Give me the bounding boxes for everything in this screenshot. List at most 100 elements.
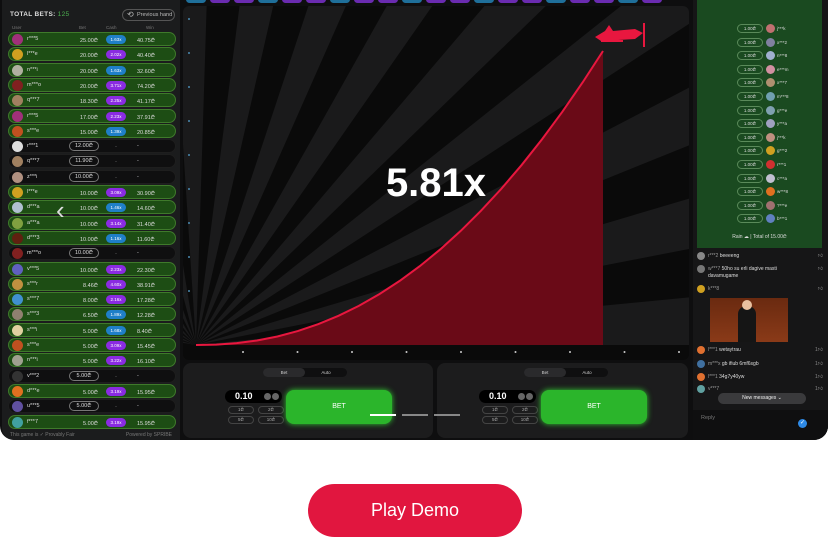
rain-amount: 1.00₾ (737, 146, 763, 156)
y-axis-tick (188, 222, 190, 224)
carousel-indicator[interactable] (434, 414, 460, 416)
history-multiplier-pill[interactable] (474, 0, 494, 3)
tab-bet[interactable]: Bet (524, 368, 566, 377)
bet-amount: 5.00₾ (83, 359, 98, 366)
avatar (12, 79, 23, 91)
bet-amount: 5.00₾ (69, 370, 99, 381)
quick-amount-button[interactable]: 5₾ (228, 416, 254, 424)
tab-auto[interactable]: Auto (305, 370, 347, 375)
cashout-multiplier: 2.23x (106, 264, 126, 274)
bet-amount-input[interactable]: 0.10 (225, 390, 282, 403)
history-multiplier-pill[interactable] (594, 0, 614, 3)
avatar (766, 200, 775, 210)
send-icon[interactable]: ✓ (798, 419, 807, 428)
cashout-multiplier: 3.71x (106, 80, 126, 90)
history-multiplier-pill[interactable] (282, 0, 302, 3)
bet-amount: 10.00₾ (79, 267, 98, 274)
carousel-indicator[interactable] (402, 414, 428, 416)
history-multiplier-pill[interactable] (378, 0, 398, 3)
airplane-part (601, 40, 623, 42)
quick-amount-button[interactable]: 2₾ (258, 406, 284, 414)
quick-amount-button[interactable]: 2₾ (512, 406, 538, 414)
chat-user: r***2 (708, 253, 719, 259)
play-demo-button[interactable]: Play Demo (308, 484, 522, 537)
thumbs-up-icon: 👍︎ (817, 286, 823, 292)
tab-auto[interactable]: Auto (566, 370, 608, 375)
thumbs-up-icon: 👍︎ (817, 386, 823, 392)
previous-hand-button[interactable]: ⟲ Previous hand (122, 9, 175, 21)
bet-row: q***7 18.30₾ 2.25x 41.17₾ (8, 93, 176, 108)
chat-message-body: r***2 beeeeng (708, 253, 808, 260)
history-multiplier-pill[interactable] (306, 0, 326, 3)
history-multiplier-pill[interactable] (522, 0, 542, 3)
minus-icon[interactable] (264, 393, 271, 400)
history-multiplier-pill[interactable] (498, 0, 518, 3)
bet-amount: 10.00₾ (69, 171, 99, 182)
rain-amount: 1.00₾ (737, 105, 763, 115)
minus-icon[interactable] (518, 393, 525, 400)
plus-icon[interactable] (526, 393, 533, 400)
cashout-multiplier: 3.22x (106, 356, 126, 366)
history-multiplier-pill[interactable] (354, 0, 374, 3)
bet-row: d***e 5.00₾ 3.19x 15.95₾ (8, 383, 176, 398)
bet-user: d***3 (27, 234, 40, 241)
cashout-multiplier: 1.16x (106, 233, 126, 243)
history-multiplier-pill[interactable] (642, 0, 662, 3)
avatar (766, 146, 775, 156)
history-multiplier-pill[interactable] (426, 0, 446, 3)
plus-icon[interactable] (272, 393, 279, 400)
like-button[interactable]: 1👍︎ (815, 386, 823, 392)
win-amount: 41.17₾ (137, 99, 156, 106)
bet-button[interactable]: BET (541, 390, 647, 424)
quick-amount-button[interactable]: 10₾ (258, 416, 284, 424)
history-multiplier-pill[interactable] (258, 0, 278, 3)
bet-amount: 5.00₾ (83, 328, 98, 335)
avatar (697, 252, 705, 260)
chat-reply-input[interactable]: Reply (693, 410, 828, 440)
history-multiplier-pill[interactable] (330, 0, 350, 3)
like-button[interactable]: 👍︎ (818, 253, 823, 259)
cashout-multiplier: 2.23x (106, 111, 126, 121)
x-axis-tick (569, 351, 571, 353)
bet-user: s***e (27, 127, 40, 134)
history-multiplier-pill[interactable] (234, 0, 254, 3)
history-multiplier-pill[interactable] (186, 0, 206, 3)
bet-user: r***5 (27, 112, 39, 119)
tab-bet[interactable]: Bet (263, 368, 305, 377)
win-amount: 14.60₾ (137, 206, 156, 213)
rain-amount: 1.00₾ (737, 92, 763, 101)
history-multiplier-pill[interactable] (450, 0, 470, 3)
carousel-prev-chevron-icon[interactable]: ‹ (56, 195, 65, 226)
like-button[interactable]: 👍︎ (818, 266, 823, 272)
quick-amount-button[interactable]: 5₾ (482, 416, 508, 424)
like-button[interactable]: 1👍︎ (815, 374, 823, 380)
bet-row: v***5 10.00₾ 2.23x 22.30₾ (8, 261, 176, 276)
rain-user: g***2 (777, 148, 788, 154)
current-multiplier: 5.81x (385, 161, 487, 205)
history-multiplier-pill[interactable] (570, 0, 590, 3)
quick-amount-button[interactable]: 10₾ (512, 416, 538, 424)
like-button[interactable]: 1👍︎ (815, 347, 823, 353)
bet-button[interactable]: BET (286, 390, 392, 424)
rain-user: c***a (777, 175, 788, 181)
quick-amount-button[interactable]: 1₾ (482, 406, 508, 414)
history-multiplier-pill[interactable] (402, 0, 422, 3)
like-button[interactable]: 👍︎ (818, 286, 823, 292)
bet-amount-input[interactable]: 0.10 (479, 390, 536, 403)
history-multiplier-pill[interactable] (546, 0, 566, 3)
rain-item: 1.00₾ ?***e (737, 200, 807, 211)
chat-image[interactable] (710, 298, 788, 342)
like-button[interactable]: 1👍︎ (815, 361, 823, 367)
quick-amount-button[interactable]: 1₾ (228, 406, 254, 414)
provably-fair-link[interactable]: This game is ✓ Provably Fair (10, 432, 75, 438)
bet-row: n***i 5.00₾ 3.22x 16.10₾ (8, 353, 176, 368)
carousel-indicator-active[interactable] (370, 414, 396, 416)
new-messages-button[interactable]: New messages ⌄ (718, 393, 806, 404)
win-amount: 11.60₾ (137, 236, 155, 243)
win-amount: 16.10₾ (137, 359, 156, 366)
cashout-multiplier: 3.19x (106, 417, 126, 427)
rain-item: 1.00₾ w***8 (737, 187, 807, 197)
history-multiplier-pill[interactable] (618, 0, 638, 3)
cashout-multiplier: - (115, 404, 117, 410)
history-multiplier-pill[interactable] (210, 0, 230, 3)
